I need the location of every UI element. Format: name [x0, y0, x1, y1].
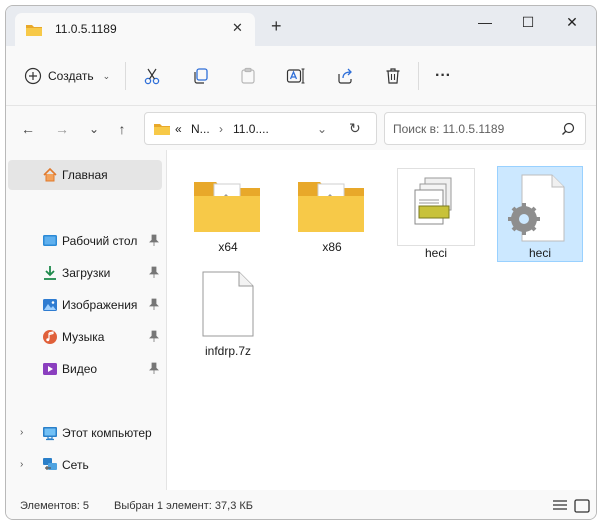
details-view-icon[interactable]: [552, 499, 568, 513]
address-bar[interactable]: « N... › 11.0.... ⌄ ↻: [144, 112, 377, 145]
sidebar-item-label: Загрузки: [62, 266, 111, 280]
delete-button[interactable]: [381, 64, 405, 88]
status-bar: Элементов: 5 Выбран 1 элемент: 37,3 КБ: [6, 490, 596, 519]
paste-button[interactable]: [236, 64, 260, 88]
sidebar-item-pictures[interactable]: Изображения: [8, 290, 162, 320]
share-button[interactable]: [333, 64, 357, 88]
sidebar-item-network[interactable]: › Сеть: [8, 450, 162, 480]
cut-icon: [144, 68, 160, 85]
file-list: x64 x86 heci heci infdrp.7z: [167, 150, 596, 490]
sidebar-item-video[interactable]: Видео: [8, 354, 162, 384]
desktop-icon: [43, 235, 57, 246]
pin-icon: [149, 234, 159, 246]
sidebar-item-label: Музыка: [62, 330, 105, 344]
file-name: x64: [218, 240, 238, 254]
computer-icon: [43, 427, 57, 441]
tab-title: 11.0.5.1189: [55, 22, 117, 36]
item-count: Элементов: 5: [20, 500, 89, 512]
rename-icon: [286, 68, 305, 84]
folder-icon: [154, 124, 170, 135]
folder-icon: [194, 182, 260, 232]
setup-information-icon: [414, 177, 452, 225]
chevron-down-icon: ⌄: [102, 70, 111, 81]
breadcrumb-item[interactable]: 11.0....: [233, 122, 269, 136]
toolbar-divider: [125, 62, 126, 90]
file-name: x86: [322, 240, 342, 254]
sidebar-item-downloads[interactable]: Загрузки: [8, 258, 162, 288]
recent-locations-button[interactable]: ⌄: [84, 120, 104, 138]
file-tile-x64[interactable]: x64: [185, 166, 271, 262]
file-tile-heci-inf[interactable]: heci: [393, 166, 479, 262]
address-dropdown-icon[interactable]: ⌄: [317, 122, 327, 136]
file-tile-infdrp[interactable]: infdrp.7z: [185, 264, 271, 360]
search-input[interactable]: Поиск в: 11.0.5.1189: [393, 122, 504, 136]
chevron-right-icon[interactable]: ›: [20, 459, 23, 470]
tab-current-folder[interactable]: 11.0.5.1189 ✕: [15, 13, 255, 46]
sidebar-item-desktop[interactable]: Рабочий стол: [8, 226, 162, 256]
breadcrumb-item[interactable]: N...: [191, 122, 210, 136]
minimize-button[interactable]: —: [474, 14, 496, 30]
refresh-icon[interactable]: ↻: [349, 120, 361, 137]
home-icon: [43, 167, 57, 182]
file-name: heci: [424, 246, 447, 260]
navigation-pane: Главная Рабочий стол Загрузки Изображени…: [6, 150, 166, 490]
forward-button[interactable]: →: [52, 120, 72, 138]
tab-close-icon[interactable]: ✕: [232, 20, 243, 36]
pin-icon: [149, 266, 159, 278]
back-button[interactable]: ←: [18, 120, 38, 138]
create-button[interactable]: Создать ⌄: [24, 64, 110, 88]
sidebar-item-label: Главная: [62, 168, 108, 182]
navigation-row: ← → ⌄ ↑ « N... › 11.0.... ⌄ ↻ Поиск в: 1…: [6, 106, 596, 150]
cut-button[interactable]: [140, 64, 164, 88]
folder-icon: [26, 25, 42, 36]
file-name: infdrp.7z: [204, 344, 252, 358]
sidebar-item-label: Рабочий стол: [62, 234, 138, 248]
share-icon: [338, 68, 352, 84]
system-file-icon: [508, 174, 565, 242]
more-options-button[interactable]: ···: [431, 64, 455, 88]
sidebar-item-this-pc[interactable]: › Этот компьютер: [8, 418, 162, 448]
close-button[interactable]: ✕: [561, 14, 583, 31]
pin-icon: [149, 362, 159, 374]
pin-icon: [149, 298, 159, 310]
search-box[interactable]: Поиск в: 11.0.5.1189: [384, 112, 586, 145]
breadcrumb-overflow[interactable]: «: [175, 122, 182, 136]
sidebar-item-label: Изображения: [62, 298, 138, 312]
delete-icon: [386, 68, 400, 84]
sidebar-item-label: Сеть: [62, 458, 89, 472]
up-button[interactable]: ↑: [112, 120, 132, 138]
paste-icon: [241, 67, 255, 84]
selection-info: Выбран 1 элемент: 37,3 КБ: [114, 500, 253, 512]
music-icon: [43, 330, 57, 344]
add-icon: [24, 67, 42, 85]
title-bar: 11.0.5.1189 ✕ + — ☐ ✕: [6, 6, 596, 46]
file-tile-heci-sys[interactable]: heci: [497, 166, 583, 262]
copy-button[interactable]: [189, 64, 213, 88]
folder-icon: [298, 182, 364, 232]
download-icon: [44, 266, 56, 280]
pictures-icon: [43, 299, 57, 311]
file-tile-x86[interactable]: x86: [289, 166, 375, 262]
sidebar-item-label: Видео: [62, 362, 98, 376]
file-name: heci: [528, 246, 551, 260]
command-bar: Создать ⌄ ···: [6, 46, 596, 106]
large-icons-view-icon[interactable]: [574, 499, 590, 513]
blank-file-icon: [202, 271, 254, 337]
copy-icon: [194, 68, 208, 84]
sidebar-item-music[interactable]: Музыка: [8, 322, 162, 352]
network-icon: [43, 458, 57, 470]
video-icon: [43, 363, 57, 375]
sidebar-item-label: Этот компьютер: [62, 426, 152, 440]
toolbar-divider: [418, 62, 419, 90]
create-label: Создать: [48, 69, 94, 83]
rename-button[interactable]: [284, 64, 308, 88]
breadcrumb-separator[interactable]: ›: [219, 122, 223, 136]
chevron-right-icon[interactable]: ›: [20, 427, 23, 438]
maximize-button[interactable]: ☐: [517, 14, 539, 31]
sidebar-item-home[interactable]: Главная: [8, 160, 162, 190]
pin-icon: [149, 330, 159, 342]
new-tab-button[interactable]: +: [271, 17, 282, 35]
search-icon: [562, 122, 575, 135]
explorer-window: 11.0.5.1189 ✕ + — ☐ ✕ Создать ⌄ ··· ← → …: [5, 5, 597, 520]
